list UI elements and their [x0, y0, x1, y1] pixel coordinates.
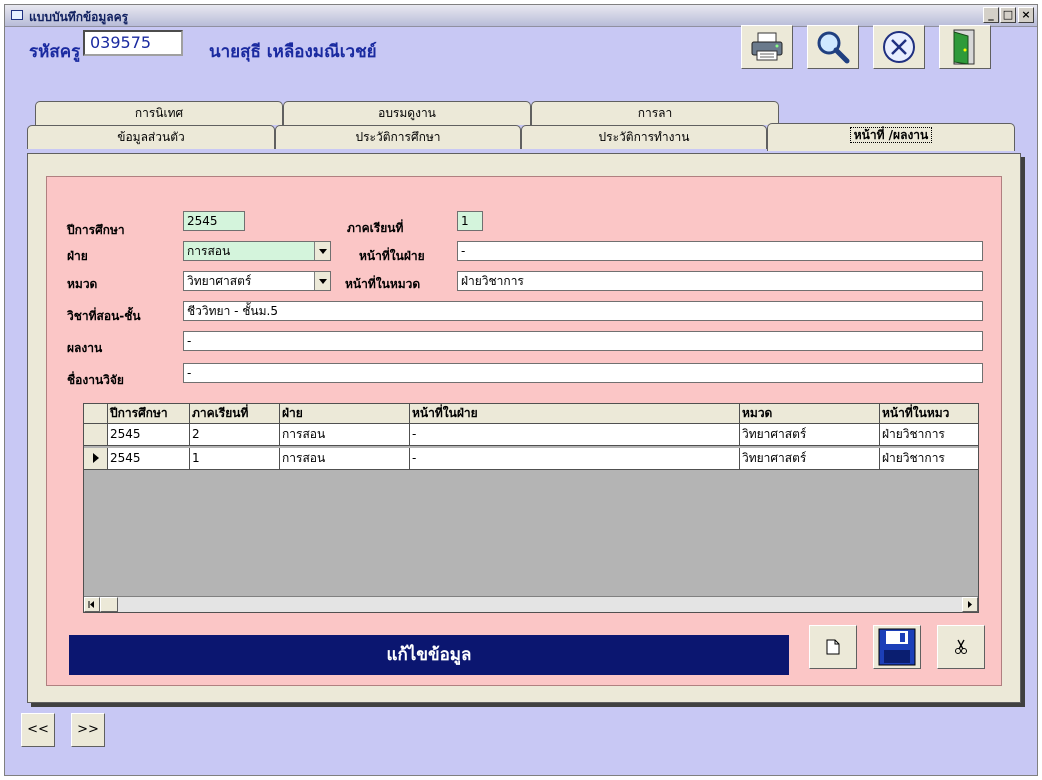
scroll-right-button[interactable] [962, 597, 978, 612]
grid-col-dept[interactable]: ฝ่าย [280, 404, 410, 424]
cell-term[interactable]: 2 [190, 424, 280, 446]
cancel-button[interactable] [873, 25, 925, 69]
cell-group-duty[interactable]: ฝ่ายวิชาการ [880, 448, 978, 470]
save-button[interactable] [873, 625, 921, 669]
cell-term[interactable]: 1 [190, 448, 280, 470]
tab-work-history[interactable]: ประวัติการทำงาน [521, 125, 767, 149]
cell-group[interactable]: วิทยาศาสตร์ [740, 424, 880, 446]
scroll-left-button[interactable] [84, 597, 100, 612]
tab-leave[interactable]: การลา [531, 101, 779, 125]
table-row[interactable]: 2545 1 การสอน - วิทยาศาสตร์ ฝ่ายวิชาการ [84, 448, 978, 470]
chevron-down-icon[interactable] [314, 242, 330, 260]
tab-strip: การนิเทศ อบรมดูงาน การลา ข้อมูลส่วนตัว ป… [27, 101, 1019, 157]
cell-dept-duty[interactable]: - [410, 424, 740, 446]
chevron-down-icon[interactable] [314, 272, 330, 290]
tab-panel: ปีการศึกษา 2545 ภาคเรียนที่ 1 ฝ่าย การสอ… [27, 153, 1021, 703]
term-label: ภาคเรียนที่ [347, 221, 404, 235]
exit-door-icon [953, 29, 975, 65]
horizontal-scrollbar[interactable] [84, 596, 978, 612]
tab-training[interactable]: อบรมดูงาน [283, 101, 531, 125]
main-window: แบบบันทึกข้อมูลครู _ □ × รหัสครู 039575 … [4, 4, 1038, 776]
new-document-icon [826, 639, 840, 655]
tab-personal-info[interactable]: ข้อมูลส่วนตัว [27, 125, 275, 149]
table-row[interactable]: 2545 2 การสอน - วิทยาศาสตร์ ฝ่ายวิชาการ [84, 424, 978, 446]
grid-header-row: ปีการศึกษา ภาคเรียนที่ ฝ่าย หน้าที่ในฝ่า… [84, 404, 978, 426]
group-label: หมวด [67, 277, 98, 291]
group-duty-label: หน้าที่ในหมวด [345, 277, 421, 291]
cell-group-duty[interactable]: ฝ่ายวิชาการ [880, 424, 978, 446]
year-input[interactable]: 2545 [183, 211, 245, 231]
form-window-icon [11, 10, 23, 20]
cell-dept-duty[interactable]: - [410, 448, 740, 470]
status-bar: แก้ไขข้อมูล [69, 635, 789, 675]
dept-label: ฝ่าย [67, 249, 88, 263]
cell-dept[interactable]: การสอน [280, 448, 410, 470]
maximize-button[interactable]: □ [1000, 7, 1016, 23]
subject-label: วิชาที่สอน-ชั้น [67, 309, 141, 323]
grid-col-term[interactable]: ภาคเรียนที่ [190, 404, 280, 424]
row-selector[interactable] [84, 424, 108, 446]
grid-col-dept-duty[interactable]: หน้าที่ในฝ่าย [410, 404, 740, 424]
print-button[interactable] [741, 25, 793, 69]
tab-education-history[interactable]: ประวัติการศึกษา [275, 125, 521, 149]
row-selector[interactable] [84, 448, 108, 470]
grid-col-group-duty[interactable]: หน้าที่ในหมว [880, 404, 978, 424]
close-window-button[interactable]: × [1018, 7, 1034, 23]
cell-year[interactable]: 2545 [108, 448, 190, 470]
window-title: แบบบันทึกข้อมูลครู [29, 10, 129, 24]
cell-year[interactable]: 2545 [108, 424, 190, 446]
tab-supervision[interactable]: การนิเทศ [35, 101, 283, 125]
teacher-code-field[interactable]: 039575 [83, 30, 183, 56]
floppy-disk-icon [878, 628, 916, 666]
dept-duty-label: หน้าที่ในฝ่าย [359, 249, 425, 263]
magnifier-icon [817, 31, 850, 64]
cancel-x-icon [883, 31, 915, 63]
work-label: ผลงาน [67, 341, 103, 355]
research-input[interactable]: - [183, 363, 983, 383]
work-input[interactable]: - [183, 331, 983, 351]
scissors-icon [955, 639, 967, 654]
cell-group[interactable]: วิทยาศาสตร์ [740, 448, 880, 470]
next-record-button[interactable]: >> [71, 713, 105, 747]
group-duty-input[interactable]: ฝ่ายวิชาการ [457, 271, 983, 291]
delete-button[interactable] [937, 625, 985, 669]
dept-select[interactable]: การสอน [183, 241, 331, 261]
title-bar: แบบบันทึกข้อมูลครู _ □ × [5, 5, 1037, 27]
new-record-button[interactable] [809, 625, 857, 669]
form-area: ปีการศึกษา 2545 ภาคเรียนที่ 1 ฝ่าย การสอ… [46, 176, 1002, 686]
teacher-name: นายสุธี เหลืองมณีเวชย์ [209, 42, 377, 62]
grid-col-group[interactable]: หมวด [740, 404, 880, 424]
cell-dept[interactable]: การสอน [280, 424, 410, 446]
grid-col-year[interactable]: ปีการศึกษา [108, 404, 190, 424]
records-grid[interactable]: ปีการศึกษา ภาคเรียนที่ ฝ่าย หน้าที่ในฝ่า… [83, 403, 979, 613]
tab-duties-works[interactable]: หน้าที่ /ผลงาน [767, 123, 1015, 151]
exit-button[interactable] [939, 25, 991, 69]
minimize-button[interactable]: _ [983, 7, 999, 23]
grid-corner-cell [84, 404, 108, 424]
year-label: ปีการศึกษา [67, 223, 125, 237]
dept-duty-input[interactable]: - [457, 241, 983, 261]
subject-input[interactable]: ชีววิทยา - ชั้นม.5 [183, 301, 983, 321]
term-input[interactable]: 1 [457, 211, 483, 231]
search-button[interactable] [807, 25, 859, 69]
teacher-code-label: รหัสครู [29, 42, 81, 62]
printer-icon [751, 32, 783, 61]
previous-record-button[interactable]: << [21, 713, 55, 747]
scroll-thumb[interactable] [100, 597, 118, 612]
research-label: ชื่องานวิจัย [67, 373, 124, 387]
group-select[interactable]: วิทยาศาสตร์ [183, 271, 331, 291]
current-row-arrow-icon [93, 453, 99, 463]
